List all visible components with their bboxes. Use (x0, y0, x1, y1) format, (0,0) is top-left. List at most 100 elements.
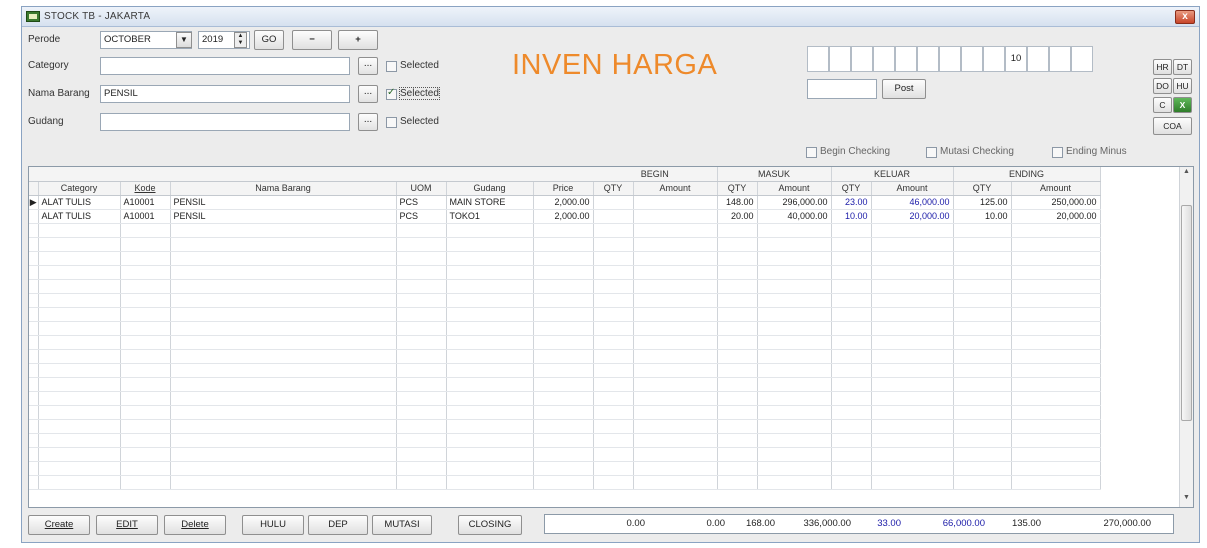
post-button[interactable]: Post (882, 79, 926, 99)
cell-ending-qty[interactable]: 125.00 (953, 195, 1012, 210)
create-button[interactable]: Create (28, 515, 90, 535)
cell-begin-qty[interactable] (593, 209, 634, 224)
hr-button[interactable]: HR (1153, 59, 1172, 75)
cell-category[interactable]: ALAT TULIS (38, 195, 121, 210)
col-ending-amount[interactable]: Amount (1011, 181, 1101, 196)
col-keluar-qty[interactable]: QTY (831, 181, 872, 196)
cell-category[interactable]: ALAT TULIS (38, 209, 121, 224)
cell-keluar-qty[interactable]: 10.00 (831, 209, 872, 224)
closing-button[interactable]: CLOSING (458, 515, 522, 535)
code-box-2[interactable] (829, 46, 851, 72)
category-selected-checkbox[interactable] (386, 61, 397, 72)
chevron-down-icon[interactable]: ▼ (176, 32, 192, 48)
mutasi-button[interactable]: MUTASI (372, 515, 432, 535)
empty-row (29, 223, 1101, 238)
cell-price[interactable]: 2,000.00 (533, 209, 594, 224)
scroll-down-icon[interactable]: ▼ (1180, 494, 1193, 506)
code-box-6[interactable] (917, 46, 939, 72)
edit-button[interactable]: EDIT (96, 515, 158, 535)
col-category[interactable]: Category (38, 181, 121, 196)
plus-button[interactable]: + (338, 30, 378, 50)
go-button[interactable]: GO (254, 30, 284, 50)
ending-minus-checkbox[interactable] (1052, 147, 1063, 158)
code-box-12[interactable] (1049, 46, 1071, 72)
cell-masuk-qty[interactable]: 20.00 (717, 209, 758, 224)
cell-masuk-qty[interactable]: 148.00 (717, 195, 758, 210)
cell-keluar-amount[interactable]: 20,000.00 (871, 209, 954, 224)
code-box-8[interactable] (961, 46, 983, 72)
dep-button[interactable]: DEP (308, 515, 368, 535)
col-keluar-amount[interactable]: Amount (871, 181, 954, 196)
col-nama-barang[interactable]: Nama Barang (170, 181, 397, 196)
dt-button[interactable]: DT (1173, 59, 1192, 75)
minus-button[interactable]: − (292, 30, 332, 50)
gudang-browse-button[interactable]: ... (358, 113, 378, 131)
code-box-5[interactable] (895, 46, 917, 72)
cell-begin-amount[interactable] (633, 195, 718, 210)
cell-kode[interactable]: A10001 (120, 195, 171, 210)
gudang-input[interactable] (100, 113, 350, 131)
cell-price[interactable]: 2,000.00 (533, 195, 594, 210)
excel-icon[interactable]: X (1173, 97, 1192, 113)
cell-keluar-amount[interactable]: 46,000.00 (871, 195, 954, 210)
cell-gudang[interactable]: MAIN STORE (446, 195, 534, 210)
category-browse-button[interactable]: ... (358, 57, 378, 75)
cell-begin-amount[interactable] (633, 209, 718, 224)
stock-grid[interactable]: BEGIN MASUK KELUAR ENDING Category Kode … (28, 166, 1194, 508)
do-button[interactable]: DO (1153, 78, 1172, 94)
col-masuk-amount[interactable]: Amount (757, 181, 832, 196)
vertical-scrollbar[interactable]: ▲ ▼ (1179, 167, 1193, 507)
code-box-7[interactable] (939, 46, 961, 72)
col-gudang[interactable]: Gudang (446, 181, 534, 196)
code-box-3[interactable] (851, 46, 873, 72)
code-box-13[interactable] (1071, 46, 1093, 72)
code-box-1[interactable] (807, 46, 829, 72)
gudang-selected-checkbox[interactable] (386, 117, 397, 128)
code-box-4[interactable] (873, 46, 895, 72)
cell-begin-qty[interactable] (593, 195, 634, 210)
mutasi-checking-checkbox[interactable] (926, 147, 937, 158)
cell-nama-barang[interactable]: PENSIL (170, 195, 397, 210)
hu-button[interactable]: HU (1173, 78, 1192, 94)
empty-row (29, 391, 1101, 406)
year-spinner[interactable]: ▲ ▼ (234, 32, 247, 48)
nama-barang-input[interactable]: PENSIL (100, 85, 350, 103)
col-begin-amount[interactable]: Amount (633, 181, 718, 196)
close-button[interactable]: x (1175, 10, 1195, 24)
cell-gudang[interactable]: TOKO1 (446, 209, 534, 224)
table-row[interactable]: ▶ ALAT TULIS A10001 PENSIL PCS MAIN STOR… (29, 195, 1101, 210)
begin-checking-checkbox[interactable] (806, 147, 817, 158)
code-box-10[interactable]: 10 (1005, 46, 1027, 72)
cell-ending-amount[interactable]: 250,000.00 (1011, 195, 1101, 210)
post-input[interactable] (807, 79, 877, 99)
category-input[interactable] (100, 57, 350, 75)
cell-masuk-amount[interactable]: 296,000.00 (757, 195, 832, 210)
col-ending-qty[interactable]: QTY (953, 181, 1012, 196)
scroll-thumb[interactable] (1181, 205, 1192, 421)
total-keluar-amount: 66,000.00 (942, 518, 985, 529)
nama-barang-selected-checkbox[interactable] (386, 87, 397, 100)
col-masuk-qty[interactable]: QTY (717, 181, 758, 196)
code-box-11[interactable] (1027, 46, 1049, 72)
cell-uom[interactable]: PCS (396, 195, 447, 210)
scroll-up-icon[interactable]: ▲ (1180, 168, 1193, 180)
delete-button[interactable]: Delete (164, 515, 226, 535)
c-button[interactable]: C (1153, 97, 1172, 113)
cell-ending-amount[interactable]: 20,000.00 (1011, 209, 1101, 224)
col-kode[interactable]: Kode (120, 181, 171, 196)
table-row[interactable]: ALAT TULIS A10001 PENSIL PCS TOKO1 2,000… (29, 209, 1101, 224)
cell-masuk-amount[interactable]: 40,000.00 (757, 209, 832, 224)
code-box-9[interactable] (983, 46, 1005, 72)
hulu-button[interactable]: HULU (242, 515, 304, 535)
cell-ending-qty[interactable]: 10.00 (953, 209, 1012, 224)
col-begin-qty[interactable]: QTY (593, 181, 634, 196)
cell-keluar-qty[interactable]: 23.00 (831, 195, 872, 210)
col-price[interactable]: Price (533, 181, 594, 196)
cell-nama-barang[interactable]: PENSIL (170, 209, 397, 224)
cell-kode[interactable]: A10001 (120, 209, 171, 224)
coa-button[interactable]: COA (1153, 117, 1192, 135)
col-uom[interactable]: UOM (396, 181, 447, 196)
group-masuk: MASUK (717, 167, 832, 182)
nama-barang-browse-button[interactable]: ... (358, 85, 378, 103)
cell-uom[interactable]: PCS (396, 209, 447, 224)
